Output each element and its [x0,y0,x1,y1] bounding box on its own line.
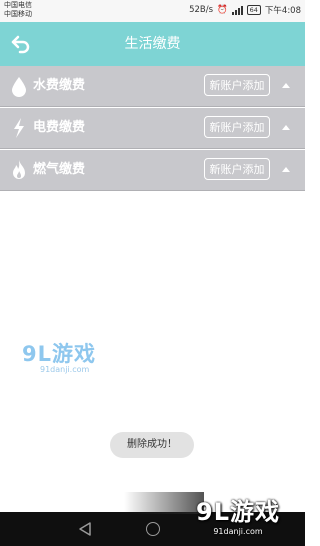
collapse-arrow-icon[interactable] [282,167,290,172]
battery-level: 64 [246,5,261,15]
watermark-corner: 9L游戏 91danji.com [196,492,280,536]
signal-icon [231,5,243,15]
toast-message: 删除成功！ [110,432,194,458]
gas-add-account-button[interactable]: 新账户添加 [204,158,270,180]
watermark-url: 91danji.com [40,365,90,374]
gas-bill-label: 燃气缴费 [33,162,86,177]
water-add-account-button[interactable]: 新账户添加 [204,74,270,96]
electricity-bill-label: 电费缴费 [33,120,86,135]
collapse-arrow-icon[interactable] [282,125,290,130]
app-header: 生活缴费 [0,22,305,66]
carrier-info: 中国电信 中国移动 [4,1,32,19]
network-speed: 52B/s [189,5,214,15]
water-drop-icon [12,77,26,97]
collapse-arrow-icon[interactable] [282,83,290,88]
status-time: 下午4:08 [264,6,301,16]
nav-home-icon[interactable] [146,522,160,536]
electricity-add-account-button[interactable]: 新账户添加 [204,116,270,138]
watermark-corner-logo: 9L游戏 [196,498,280,526]
carrier-primary: 中国电信 [4,1,32,9]
water-bill-label: 水费缴费 [33,78,86,93]
carrier-secondary: 中国移动 [4,10,32,18]
watermark-center: 9L游戏 91danji.com [22,338,96,374]
alarm-icon: ⏰ [217,5,228,15]
gas-bill-row[interactable]: 燃气缴费 新账户添加 [0,150,305,191]
lightning-icon [14,118,24,138]
status-indicators: 52B/s ⏰ 64 下午4:08 [189,4,301,16]
watermark-logo: 9L游戏 [22,342,96,366]
watermark-corner-url: 91danji.com [213,527,263,536]
page-title: 生活缴费 [124,36,181,52]
water-bill-row[interactable]: 水费缴费 新账户添加 [0,66,305,107]
flame-icon [13,160,25,179]
nav-back-icon[interactable] [78,521,92,537]
status-bar: 中国电信 中国移动 52B/s ⏰ 64 下午4:08 [0,0,305,22]
watermark-fade [124,492,204,514]
electricity-bill-row[interactable]: 电费缴费 新账户添加 [0,108,305,149]
